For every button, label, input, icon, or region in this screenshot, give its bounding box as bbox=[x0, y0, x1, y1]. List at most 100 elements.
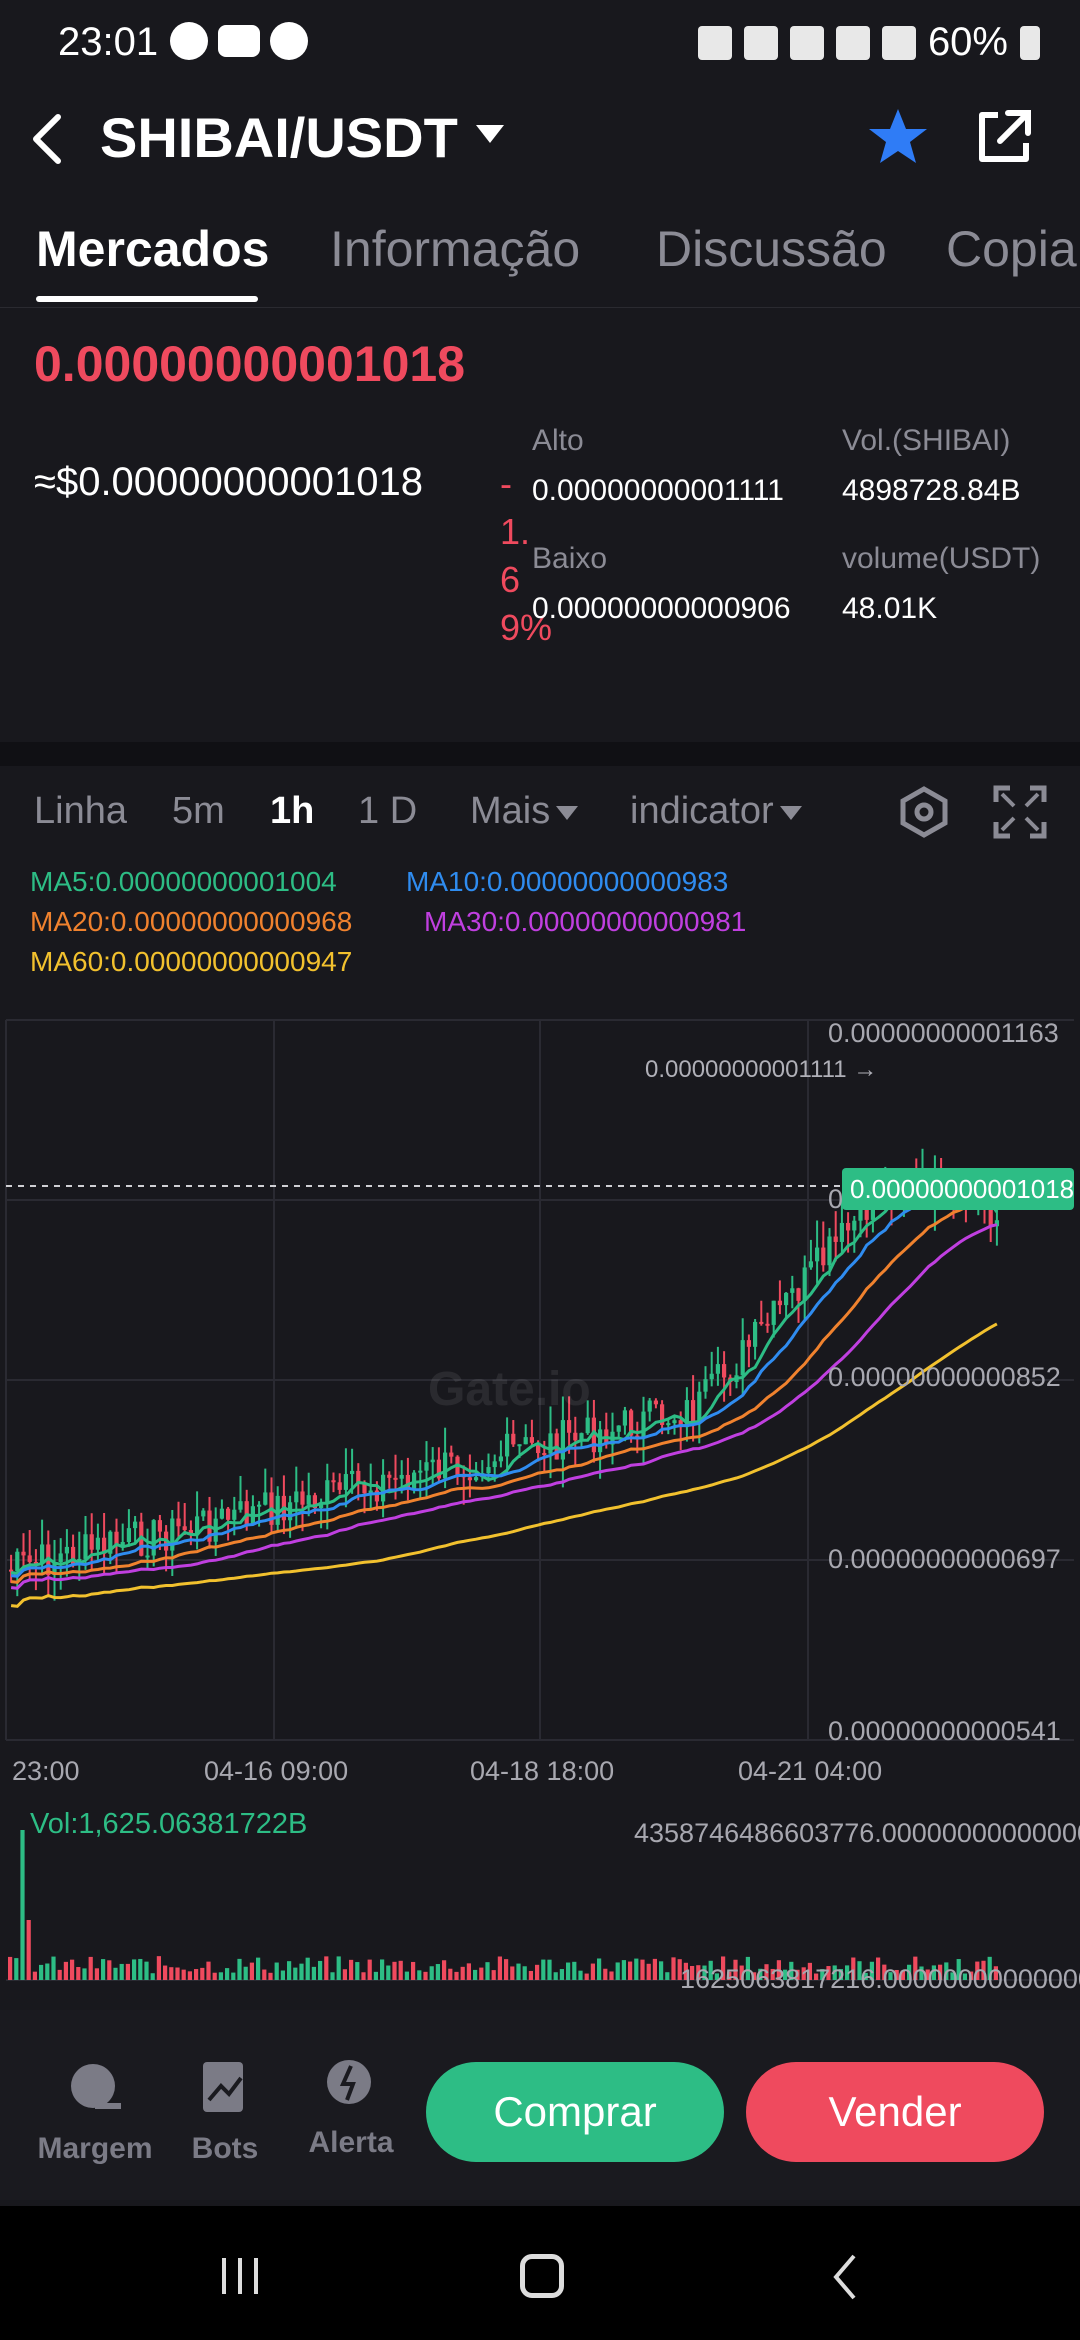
mute-icon bbox=[743, 25, 778, 60]
volume-bar bbox=[411, 1961, 416, 1980]
volume-bar bbox=[57, 1969, 62, 1980]
candle-body bbox=[492, 1461, 497, 1468]
tab-informacao[interactable]: Informação bbox=[330, 220, 580, 278]
volume-bar bbox=[429, 1966, 434, 1980]
volume-bar bbox=[88, 1956, 93, 1980]
candle-body bbox=[709, 1373, 714, 1380]
bots-label: Bots bbox=[191, 2132, 259, 2165]
volume-bar bbox=[249, 1962, 254, 1980]
tab-discussao[interactable]: Discussão bbox=[656, 220, 887, 278]
alarm-icon bbox=[697, 25, 732, 60]
more-intervals-dropdown[interactable]: Mais bbox=[470, 790, 579, 833]
pair-title[interactable]: SHIBAI/USDT bbox=[100, 105, 458, 170]
fullscreen-icon[interactable] bbox=[992, 784, 1048, 840]
volume-bar bbox=[652, 1958, 657, 1980]
favorite-star-icon[interactable] bbox=[866, 105, 930, 169]
candle-body bbox=[616, 1425, 621, 1432]
share-icon[interactable] bbox=[972, 105, 1036, 169]
candle-body bbox=[145, 1555, 150, 1558]
volume-bar bbox=[144, 1961, 149, 1980]
volume-bar bbox=[101, 1959, 106, 1980]
interval-line[interactable]: Linha bbox=[34, 790, 127, 833]
vol-quote-label: volume(USDT) bbox=[842, 542, 1041, 575]
volume-bar bbox=[138, 1958, 143, 1980]
volume-bar bbox=[8, 1956, 13, 1980]
volume-bar bbox=[572, 1961, 577, 1980]
system-nav-bar bbox=[0, 2206, 1080, 2340]
volume-bar bbox=[200, 1967, 205, 1980]
nav-back-icon[interactable] bbox=[830, 2252, 860, 2302]
candle-body bbox=[802, 1267, 807, 1301]
volume-bar bbox=[336, 1956, 341, 1980]
volume-bar bbox=[578, 1970, 583, 1980]
volume-bar bbox=[113, 1967, 118, 1980]
volume-bar bbox=[603, 1968, 608, 1980]
buy-button[interactable]: Comprar bbox=[426, 2062, 724, 2162]
candle-body bbox=[418, 1470, 423, 1473]
sell-button[interactable]: Vender bbox=[746, 2062, 1044, 2162]
candle-body bbox=[821, 1247, 826, 1266]
volume-bar bbox=[479, 1967, 484, 1980]
ma10-value: MA10:0.00000000000983 bbox=[406, 866, 729, 897]
volume-bar bbox=[243, 1966, 248, 1980]
candle-body bbox=[343, 1474, 348, 1490]
vol-base-label: Vol.(SHIBAI) bbox=[842, 424, 1011, 457]
volume-bar bbox=[448, 1968, 453, 1980]
bots-button[interactable]: Bots bbox=[180, 2058, 270, 2166]
volume-bar bbox=[32, 1971, 37, 1980]
volume-bar bbox=[51, 1956, 56, 1980]
candle-body bbox=[839, 1222, 844, 1242]
candle-body bbox=[300, 1491, 305, 1505]
alert-button[interactable]: Alerta bbox=[296, 2052, 406, 2160]
x-axis-label-4: 04-21 04:00 bbox=[738, 1756, 883, 1786]
volume-bar bbox=[187, 1971, 192, 1980]
candle-body bbox=[529, 1437, 534, 1443]
interval-5m[interactable]: 5m bbox=[172, 790, 225, 833]
volume-bar bbox=[76, 1967, 81, 1980]
candle-body bbox=[505, 1433, 510, 1457]
margin-button[interactable]: Margem bbox=[30, 2058, 160, 2166]
volume-bar bbox=[590, 1963, 595, 1980]
volume-bar bbox=[287, 1961, 292, 1980]
ma5-value: MA5:0.00000000001004 bbox=[30, 866, 337, 897]
volume-bar bbox=[20, 1830, 25, 1980]
volume-bar bbox=[659, 1961, 664, 1980]
chart-settings-icon[interactable] bbox=[898, 786, 950, 838]
bots-icon bbox=[203, 2062, 243, 2112]
volume-bar bbox=[491, 1970, 496, 1980]
candle-body bbox=[765, 1323, 770, 1326]
candle-body bbox=[219, 1508, 224, 1519]
candle-body bbox=[988, 1209, 993, 1227]
interval-1h[interactable]: 1h bbox=[270, 790, 314, 833]
candle-body bbox=[796, 1288, 801, 1301]
candle-body bbox=[498, 1456, 503, 1462]
candle-body bbox=[232, 1509, 237, 1520]
candle-body bbox=[573, 1432, 578, 1441]
candle-body bbox=[294, 1491, 299, 1503]
indicator-dropdown[interactable]: indicator bbox=[630, 790, 802, 833]
candle-body bbox=[263, 1492, 268, 1505]
home-icon[interactable] bbox=[520, 2254, 564, 2298]
tab-copia[interactable]: Copia bbox=[946, 220, 1077, 278]
volume-bar bbox=[516, 1963, 521, 1980]
volume-bar bbox=[194, 1969, 199, 1980]
gate-watermark: Gate.io bbox=[428, 1363, 591, 1416]
volume-bar bbox=[510, 1966, 515, 1980]
pair-dropdown-icon[interactable] bbox=[476, 125, 504, 143]
interval-1d[interactable]: 1 D bbox=[358, 790, 417, 833]
candle-body bbox=[226, 1508, 231, 1520]
usd-price: ≈$0.00000000001018 bbox=[34, 460, 424, 504]
volume-bar bbox=[63, 1961, 68, 1980]
tab-mercados[interactable]: Mercados bbox=[36, 220, 269, 278]
back-arrow-icon[interactable] bbox=[28, 109, 68, 169]
low-label: Baixo bbox=[532, 542, 608, 575]
y-axis-label-3: 0.00000000000852 bbox=[828, 1362, 1061, 1392]
margin-label: Margem bbox=[37, 2132, 153, 2165]
candle-body bbox=[777, 1300, 782, 1306]
candle-body bbox=[393, 1477, 398, 1480]
candle-body bbox=[784, 1292, 789, 1306]
candle-body bbox=[449, 1452, 454, 1457]
volume-bar bbox=[504, 1959, 509, 1980]
tab-bar: Mercados Informação Discussão Copia bbox=[0, 220, 1080, 308]
recent-apps-icon[interactable] bbox=[218, 2256, 262, 2296]
